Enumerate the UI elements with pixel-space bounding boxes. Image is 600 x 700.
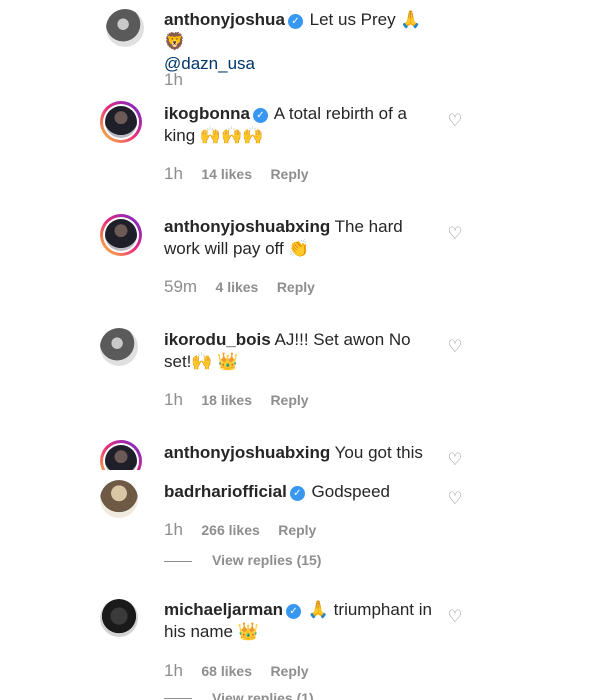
reply-button[interactable]: Reply <box>270 663 308 679</box>
view-replies-divider <box>164 698 192 699</box>
avatar[interactable] <box>100 599 138 637</box>
heart-outline-icon[interactable]: ♡ <box>446 608 464 626</box>
comment-meta: 1h 68 likes Reply <box>164 661 309 681</box>
comment-text: michaeljarman ✓ 🙏 triumphant in his name … <box>164 599 434 643</box>
username[interactable]: michaeljarman <box>164 600 283 619</box>
view-replies-button[interactable]: View replies (1) <box>212 690 314 700</box>
verified-badge-icon: ✓ <box>286 604 302 619</box>
comment-time[interactable]: 1h <box>164 661 183 680</box>
comment-item: michaeljarman ✓ 🙏 triumphant in his name … <box>0 0 600 700</box>
likes-count[interactable]: 68 likes <box>201 663 252 679</box>
